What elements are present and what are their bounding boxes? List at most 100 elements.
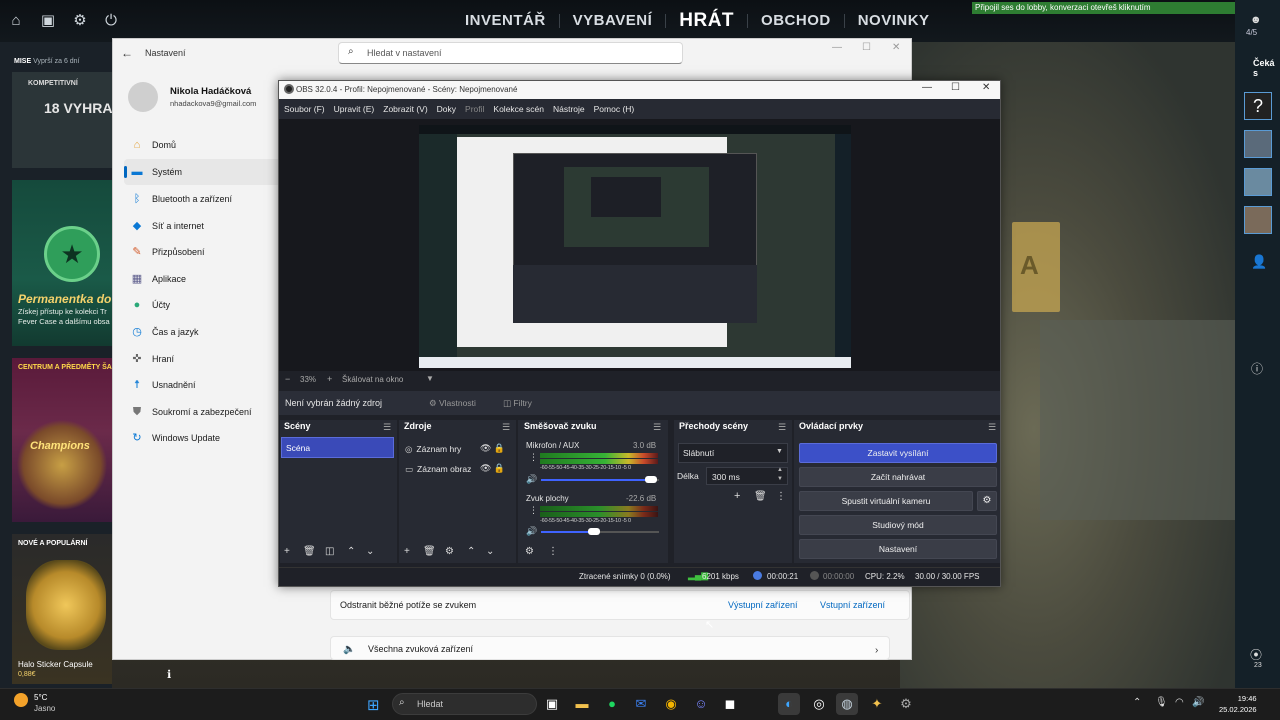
volume-slider[interactable] (541, 479, 651, 481)
more-icon[interactable]: ⋮ (776, 491, 786, 502)
friend-avatar[interactable] (1244, 206, 1272, 234)
edge-icon[interactable]: ◐ (778, 693, 800, 715)
menu-scene-collection[interactable]: Kolekce scén (493, 104, 544, 114)
duration-input[interactable]: 300 ms (706, 467, 788, 485)
nav-news[interactable]: NOVINKY (845, 13, 943, 28)
settings-app-icon[interactable]: ⚙ (895, 693, 917, 715)
info-icon[interactable]: ℹ (167, 668, 171, 681)
close-icon[interactable]: ✕ (892, 42, 900, 53)
dock-menu-icon[interactable]: ☰ (778, 422, 786, 433)
properties-button[interactable]: ⚙ Vlastnosti (423, 393, 487, 412)
more-icon[interactable]: ⋮ (548, 546, 558, 557)
move-up-icon[interactable]: ⌃ (347, 546, 355, 557)
stream-preview[interactable] (419, 125, 851, 368)
settings-search-input[interactable]: Hledat v nastavení (338, 42, 683, 64)
output-devices-link[interactable]: Výstupní zařízení (728, 600, 798, 610)
weather-temp[interactable]: 5°C (34, 693, 47, 702)
mail-icon[interactable]: ✉ (630, 693, 652, 715)
windows-start-icon[interactable]: ⊞ (367, 696, 380, 714)
chevron-up-icon[interactable]: ⌃ (1133, 697, 1141, 708)
info-icon[interactable]: ⓘ (1251, 360, 1263, 377)
weather-condition[interactable]: Jasno (34, 704, 55, 713)
menu-edit[interactable]: Upravit (E) (334, 104, 375, 114)
transition-select[interactable]: Slábnutí (678, 443, 788, 463)
chrome-icon[interactable]: ◉ (660, 693, 682, 715)
volume-icon[interactable]: 🔊 (1192, 697, 1204, 708)
stop-streaming-button[interactable]: Zastavit vysílání (799, 443, 997, 463)
file-explorer-icon[interactable]: ▬ (571, 693, 593, 715)
dock-menu-icon[interactable]: ☰ (383, 422, 391, 433)
nav-loadout[interactable]: VYBAVENÍ (560, 13, 667, 28)
menu-tools[interactable]: Nástroje (553, 104, 585, 114)
power-icon[interactable]: ⏻ (102, 12, 120, 30)
maximize-icon[interactable]: ☐ (951, 82, 960, 93)
fit-to-window[interactable]: Škálovat na okno (342, 375, 403, 384)
party-icon[interactable]: ☻ (1250, 14, 1262, 26)
gear-icon[interactable]: ⚙ (977, 491, 997, 511)
settings-button[interactable]: Nastavení (799, 539, 997, 559)
spotify-icon[interactable]: ● (601, 693, 623, 715)
nav-inventory[interactable]: INVENTÁŘ (452, 13, 560, 28)
discord-icon[interactable]: ☺ (690, 693, 712, 715)
filter-icon[interactable]: ◫ (325, 546, 334, 557)
nav-store[interactable]: OBCHOD (748, 13, 845, 28)
filters-button[interactable]: ◫ Filtry (497, 393, 543, 412)
taskbar-search-input[interactable]: Hledat (392, 693, 537, 715)
start-recording-button[interactable]: Začít nahrávat (799, 467, 997, 487)
task-view-icon[interactable]: ▣ (541, 693, 563, 715)
zoom-in-button[interactable]: + (327, 374, 332, 384)
lobby-toast[interactable]: Připojil ses do lobby, konverzaci otevře… (972, 2, 1235, 14)
speaker-icon[interactable]: 🔊 (526, 474, 537, 485)
minimize-icon[interactable]: — (922, 82, 932, 93)
minimize-icon[interactable]: — (832, 42, 842, 53)
weather-icon[interactable] (14, 693, 28, 707)
home-icon[interactable]: ⌂ (7, 12, 25, 30)
volume-slider-handle[interactable] (644, 476, 657, 483)
studio-mode-button[interactable]: Studiový mód (799, 515, 997, 535)
speaker-icon[interactable]: 🔊 (526, 526, 537, 537)
add-icon[interactable]: + (734, 490, 740, 502)
dock-menu-icon[interactable]: ☰ (653, 422, 661, 433)
menu-view[interactable]: Zobrazit (V) (383, 104, 427, 114)
zoom-out-button[interactable]: − (285, 374, 290, 384)
menu-file[interactable]: Soubor (F) (284, 104, 325, 114)
menu-profile[interactable]: Profil (465, 104, 484, 114)
move-down-icon[interactable]: ⌄ (366, 546, 374, 557)
friend-avatar[interactable] (1244, 168, 1272, 196)
gear-icon[interactable]: ⚙ (71, 12, 89, 30)
dock-menu-icon[interactable]: ☰ (988, 422, 996, 433)
volume-slider-handle[interactable] (588, 528, 601, 535)
avatar[interactable] (128, 82, 158, 112)
settings-icon[interactable]: ⚙ (525, 546, 534, 557)
epic-games-icon[interactable]: ◼ (719, 693, 741, 715)
user-icon[interactable]: 👤 (1251, 254, 1267, 270)
volume-slider[interactable] (541, 531, 595, 533)
menu-docks[interactable]: Doky (437, 104, 456, 114)
trash-icon[interactable]: 🗑 (423, 546, 436, 557)
trash-icon[interactable]: 🗑 (303, 546, 316, 557)
source-item-game-capture[interactable]: ◎ Záznam hry (405, 444, 461, 455)
visibility-lock-icons[interactable]: 👁 🔒 (480, 463, 505, 474)
move-up-icon[interactable]: ⌃ (467, 546, 475, 557)
visibility-lock-icons[interactable]: 👁 🔒 (480, 443, 505, 454)
more-icon[interactable]: ⋮ (529, 505, 538, 516)
cs2-icon[interactable]: ✦ (866, 693, 888, 715)
unknown-avatar-icon[interactable]: ? (1244, 92, 1272, 120)
nav-play[interactable]: HRÁT (666, 11, 749, 30)
microphone-icon[interactable]: 🎙 (1155, 697, 1168, 708)
clock[interactable]: 19:46 25.02.2026 (1219, 693, 1257, 715)
broadcast-icon[interactable]: ⦿ (1250, 646, 1262, 663)
gear-icon[interactable]: ⚙ (445, 546, 454, 557)
close-icon[interactable]: ✕ (982, 82, 990, 93)
maximize-icon[interactable]: ☐ (862, 42, 871, 53)
friend-avatar[interactable] (1244, 130, 1272, 158)
more-icon[interactable]: ⋮ (529, 452, 538, 463)
source-item-display-capture[interactable]: ▭ Záznam obraz (405, 464, 471, 475)
scene-item[interactable]: Scéna (281, 437, 394, 458)
move-down-icon[interactable]: ⌄ (486, 546, 494, 557)
duration-stepper[interactable]: ▲ ▼ (777, 466, 783, 484)
wifi-icon[interactable]: ◠ (1175, 697, 1184, 708)
back-arrow-icon[interactable]: ← (121, 46, 133, 60)
steam-icon[interactable]: ◍ (836, 693, 858, 715)
trash-icon[interactable]: 🗑 (754, 491, 767, 502)
